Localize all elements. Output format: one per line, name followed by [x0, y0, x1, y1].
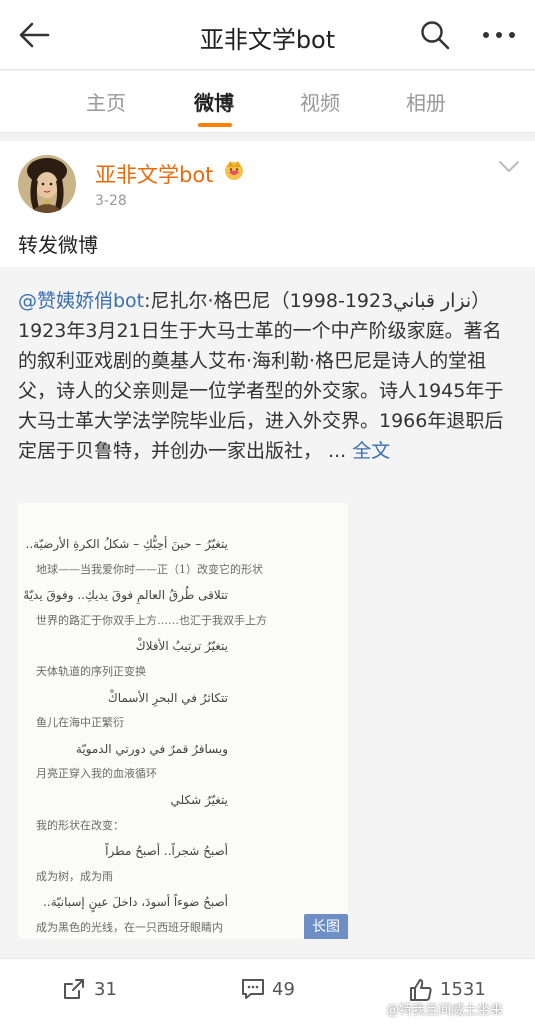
reposted-content[interactable]: @赞姨娇俏bot:尼扎尔·格巴尼（ نزار قباني1923-1998）192… [0, 268, 535, 958]
chevron-down-icon[interactable] [498, 159, 520, 175]
long-image-badge: 长图 [304, 914, 348, 939]
post-card: 亚非文学bot 3-28 转发微博 [0, 141, 535, 267]
poem-line-arabic: تتكاثرُ في البحرِ الأسماكْ [107, 690, 228, 705]
poem-line-arabic: يتغيّرُ شكلي [170, 793, 228, 807]
poem-line-chinese: 鱼儿在海中正繁衍 [36, 716, 124, 730]
full-text-link[interactable]: 全文 [352, 440, 390, 462]
tab-home[interactable]: 主页 [86, 87, 126, 116]
active-tab-indicator [198, 123, 232, 127]
mention-link[interactable]: @赞姨娇俏bot [18, 290, 144, 312]
poem-line-chinese: 成为树，成为雨 [36, 869, 113, 883]
page-title: 亚非文学bot [199, 26, 336, 54]
more-options-icon[interactable] [482, 24, 516, 46]
tab-videos[interactable]: 视频 [300, 87, 340, 116]
profile-tabs: 主页 微博 视频 相册 [0, 71, 535, 133]
repost-body: 1923-1998）1923年3月21日生于大马士革的一个中产阶级家庭。著名的叙… [18, 290, 504, 462]
tab-weibo[interactable]: 微博 [194, 87, 234, 116]
watermark: @特我旦间威土坐来 [386, 1003, 504, 1018]
ellipsis: ... [322, 440, 353, 462]
poem-line-arabic: يتغيّرُ ترتيبُ الأفلاكْ [135, 639, 228, 654]
avatar[interactable] [18, 155, 76, 213]
search-icon[interactable] [420, 20, 450, 50]
arabic-name: نزار قباني [393, 290, 472, 312]
comment-icon [242, 979, 264, 999]
vip-crown-icon [222, 158, 246, 182]
post-text: 转发微博 [18, 233, 98, 257]
poem-line-arabic: تتلاقى طُرقُ العالمِ فوقَ يديكِ.. وفوقَ … [23, 588, 228, 603]
author-name[interactable]: 亚非文学bot [95, 159, 213, 189]
comment-count: 49 [272, 979, 295, 1000]
top-bar: 亚非文学bot [0, 0, 535, 70]
tab-albums[interactable]: 相册 [406, 87, 446, 116]
poem-line-arabic: يتغيّرُ – حينَ أحِبُّكِ – شكلُ الكرةِ ال… [25, 537, 229, 551]
poem-line-chinese: 月亮正穿入我的血液循环 [36, 767, 157, 781]
repost-line-1: :尼扎尔·格巴尼（ [144, 290, 290, 312]
post-date: 3-28 [95, 193, 127, 209]
repost-count: 31 [94, 979, 117, 1000]
poem-line-chinese: 成为黑色的光线，在一只西班牙眼睛内 [36, 921, 223, 934]
poem-line-arabic: أصبحُ ضوءاً أسودَ، داخلَ عينٍ إسبانيّة.. [43, 895, 228, 910]
repost-icon [64, 979, 84, 999]
poem-image[interactable]: يتغيّرُ – حينَ أحِبُّكِ – شكلُ الكرةِ ال… [18, 503, 348, 939]
reposted-text: @赞姨娇俏bot:尼扎尔·格巴尼（ نزار قباني1923-1998）192… [18, 286, 518, 466]
weibo-post-screen: 亚非文学bot 主页 微博 视频 相册 亚非文学bot 3-28 转发微博 @赞… [0, 0, 535, 1024]
poem-line-chinese: 天体轨道的序列正变换 [36, 665, 146, 678]
poem-line-chinese: 我的形状在改变： [36, 818, 124, 832]
poem-line-arabic: أصبحُ شجراً.. أصبحُ مطراً [105, 844, 228, 859]
poem-line-chinese: 世界的路汇于你双手上方……也汇于我双手上方 [36, 613, 267, 627]
poem-line-arabic: ويسافرُ قمرٌ في دورتي الدمويّة [75, 741, 228, 756]
poem-line-chinese: 地球——当我爱你时——正（1）改变它的形状 [36, 562, 263, 576]
